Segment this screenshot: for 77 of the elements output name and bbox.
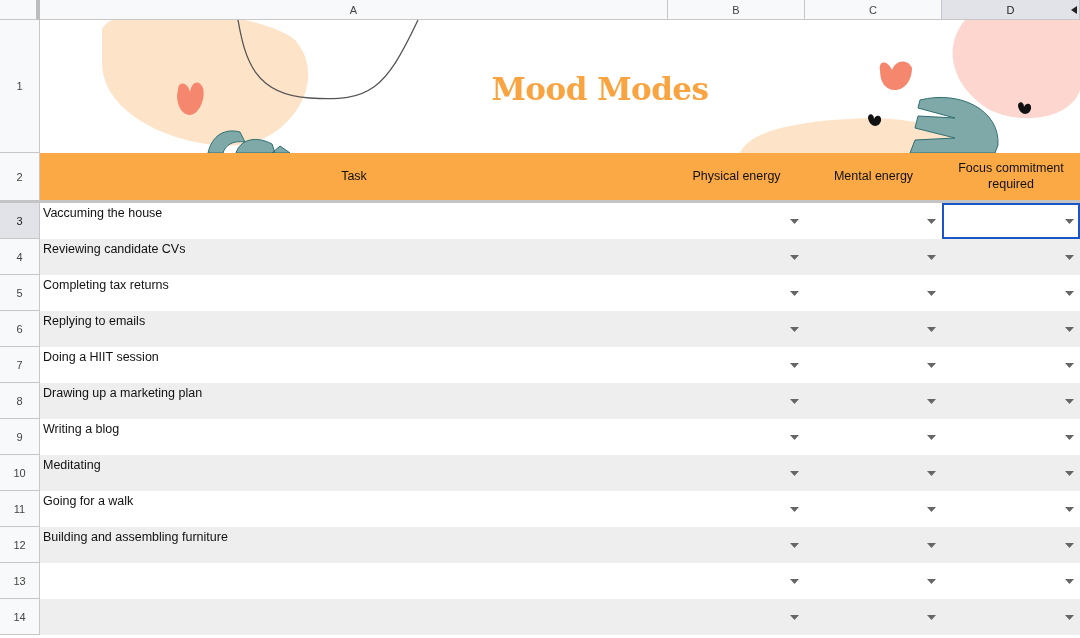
dropdown-caret-icon[interactable] [927,434,936,440]
row-header[interactable]: 2 [0,153,40,203]
row-header[interactable]: 5 [0,275,40,311]
dropdown-caret-icon[interactable] [927,254,936,260]
dropdown-caret-icon[interactable] [1065,578,1074,584]
column-header[interactable]: C [805,0,942,20]
dropdown-caret-icon[interactable] [927,362,936,368]
column-heading: Focus commitment required [942,153,1080,203]
column-heading: Mental energy [805,153,942,203]
dropdown-caret-icon[interactable] [927,470,936,476]
dropdown-cell[interactable] [942,203,1080,239]
column-heading: Task [40,153,668,203]
dropdown-cell[interactable] [942,311,1080,347]
dropdown-caret-icon[interactable] [927,290,936,296]
column-heading: Physical energy [668,153,805,203]
dropdown-caret-icon[interactable] [1065,614,1074,620]
task-cell: Building and assembling furniture [40,527,668,563]
dropdown-caret-icon[interactable] [1065,506,1074,512]
row-header[interactable]: 10 [0,455,40,491]
column-header[interactable]: D [942,0,1080,20]
dropdown-caret-icon[interactable] [790,470,799,476]
dropdown-caret-icon[interactable] [1065,434,1074,440]
dropdown-cell[interactable] [942,599,1080,635]
column-header[interactable]: B [668,0,805,20]
dropdown-caret-icon[interactable] [1065,254,1074,260]
dropdown-cell[interactable] [942,239,1080,275]
dropdown-caret-icon[interactable] [790,506,799,512]
row-header[interactable]: 3 [0,203,40,239]
dropdown-caret-icon[interactable] [790,614,799,620]
row-header[interactable]: 13 [0,563,40,599]
task-cell-text: Vaccuming the house [42,205,164,222]
dropdown-caret-icon[interactable] [790,290,799,296]
row-header[interactable]: 12 [0,527,40,563]
dropdown-caret-icon[interactable] [1065,326,1074,332]
dropdown-caret-icon[interactable] [1065,362,1074,368]
dropdown-caret-icon[interactable] [927,398,936,404]
dropdown-caret-icon[interactable] [1065,542,1074,548]
row-header[interactable]: 9 [0,419,40,455]
row-header[interactable]: 11 [0,491,40,527]
scroll-left-icon[interactable] [1071,6,1077,14]
dropdown-cell[interactable] [942,527,1080,563]
dropdown-caret-icon[interactable] [1065,470,1074,476]
dropdown-caret-icon[interactable] [927,326,936,332]
dropdown-caret-icon[interactable] [790,218,799,224]
column-header[interactable]: A [40,0,668,20]
dropdown-caret-icon[interactable] [927,506,936,512]
dropdown-caret-icon[interactable] [790,362,799,368]
task-cell: Meditating [40,455,668,491]
task-cell-text: Completing tax returns [42,277,170,294]
sheet-title: Mood Modes [491,70,709,107]
task-cell: Replying to emails [40,311,668,347]
dropdown-cell[interactable] [942,455,1080,491]
task-cell: Reviewing candidate CVs [40,239,668,275]
task-cell-text: Doing a HIIT session [42,349,160,366]
task-cell-text: Going for a walk [42,493,135,510]
dropdown-caret-icon[interactable] [927,542,936,548]
row-header[interactable]: 6 [0,311,40,347]
row-header[interactable]: 8 [0,383,40,419]
dropdown-caret-icon[interactable] [790,434,799,440]
dropdown-caret-icon[interactable] [790,326,799,332]
dropdown-caret-icon[interactable] [790,542,799,548]
row-header[interactable]: 1 [0,20,40,153]
dropdown-caret-icon[interactable] [790,254,799,260]
dropdown-caret-icon[interactable] [1065,290,1074,296]
dropdown-caret-icon[interactable] [790,578,799,584]
dropdown-caret-icon[interactable] [927,218,936,224]
dropdown-caret-icon[interactable] [927,578,936,584]
dropdown-cell[interactable] [942,383,1080,419]
dropdown-caret-icon[interactable] [1065,218,1074,224]
task-cell-text: Writing a blog [42,421,121,438]
row-header[interactable]: 14 [0,599,40,635]
row-header[interactable]: 4 [0,239,40,275]
dropdown-caret-icon[interactable] [790,398,799,404]
task-cell: Drawing up a marketing plan [40,383,668,419]
row-header[interactable]: 7 [0,347,40,383]
dropdown-caret-icon[interactable] [927,614,936,620]
dropdown-caret-icon[interactable] [1065,398,1074,404]
